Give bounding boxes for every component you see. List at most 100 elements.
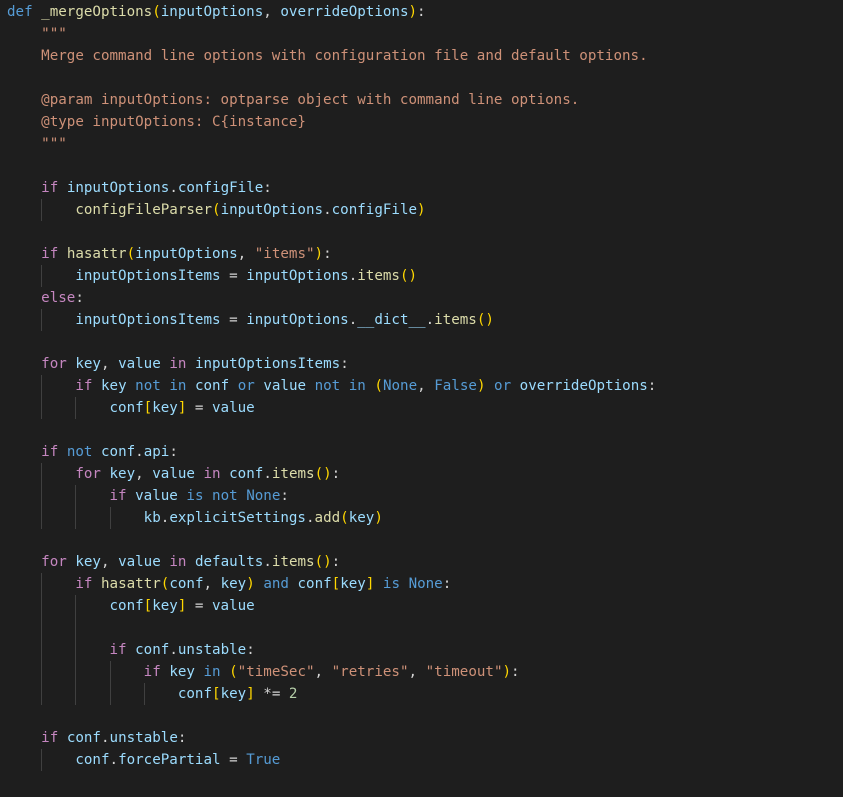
code-line[interactable]	[7, 705, 843, 727]
code-token: None	[382, 378, 418, 394]
code-line[interactable]: if key not in conf or value not in (None…	[7, 375, 843, 397]
code-line[interactable]: """	[7, 23, 843, 45]
code-line[interactable]: kb.explicitSettings.add(key)	[7, 507, 843, 529]
code-line[interactable]	[7, 529, 843, 551]
code-line[interactable]: conf[key] *= 2	[7, 683, 843, 705]
code-token: (	[152, 4, 161, 20]
code-token: None	[408, 576, 443, 592]
code-token: )	[408, 4, 418, 20]
code-line[interactable]: """	[7, 133, 843, 155]
code-token: configFileParser	[75, 202, 213, 218]
code-token: value	[118, 554, 161, 570]
indent-guide	[110, 507, 111, 529]
code-token: )	[502, 664, 512, 680]
code-token: value	[135, 488, 178, 504]
code-line[interactable]: conf.forcePartial = True	[7, 749, 843, 771]
code-token: in	[203, 466, 221, 482]
code-line[interactable]: if value is not None:	[7, 485, 843, 507]
code-token: inputOptions	[220, 202, 324, 218]
code-line[interactable]: if conf.unstable:	[7, 639, 843, 661]
code-line[interactable]	[7, 155, 843, 177]
code-token: items	[434, 312, 477, 328]
code-token: overrideOptions	[519, 378, 648, 394]
indent-guide	[41, 309, 42, 331]
code-token: [	[331, 576, 341, 592]
code-line[interactable]	[7, 67, 843, 89]
indent-guide	[75, 485, 76, 507]
code-line[interactable]: for key, value in defaults.items():	[7, 551, 843, 573]
code-token: :	[340, 356, 349, 372]
code-token: key	[109, 466, 136, 482]
indent-guide	[41, 661, 42, 683]
code-token: ,	[237, 246, 255, 262]
code-token: ()	[399, 268, 418, 284]
code-token: conf	[135, 642, 170, 658]
code-token: (	[126, 246, 136, 262]
code-token: kb	[143, 510, 161, 526]
indent-guide	[41, 595, 42, 617]
code-line[interactable]: for key, value in conf.items():	[7, 463, 843, 485]
code-line[interactable]: @type inputOptions: C{instance}	[7, 111, 843, 133]
code-token: or	[237, 378, 255, 394]
code-line[interactable]: @param inputOptions: optparse object wit…	[7, 89, 843, 111]
code-line[interactable]	[7, 617, 843, 639]
code-token: value	[212, 400, 255, 416]
code-token: "timeSec"	[237, 664, 315, 680]
code-line[interactable]: def _mergeOptions(inputOptions, override…	[7, 1, 843, 23]
code-token: .	[100, 730, 110, 746]
code-token: .	[425, 312, 435, 328]
code-token: .	[169, 180, 178, 196]
code-line[interactable]: if conf.unstable:	[7, 727, 843, 749]
code-line[interactable]	[7, 221, 843, 243]
code-token: =	[220, 312, 247, 328]
code-line[interactable]: else:	[7, 287, 843, 309]
code-token: "items"	[254, 246, 315, 262]
code-token: inputOptionsItems	[194, 356, 341, 372]
code-line[interactable]: if inputOptions.configFile:	[7, 177, 843, 199]
code-line[interactable]: if hasattr(conf, key) and conf[key] is N…	[7, 573, 843, 595]
code-token: in	[169, 356, 187, 372]
code-line[interactable]: conf[key] = value	[7, 595, 843, 617]
code-token: conf	[229, 466, 264, 482]
code-area[interactable]: def _mergeOptions(inputOptions, override…	[7, 1, 843, 793]
code-line[interactable]: Merge command line options with configur…	[7, 45, 843, 67]
code-line[interactable]	[7, 331, 843, 353]
code-token: ()	[314, 554, 332, 570]
code-line[interactable]: configFileParser(inputOptions.configFile…	[7, 199, 843, 221]
code-line[interactable]: if not conf.api:	[7, 441, 843, 463]
indent-guide	[110, 661, 111, 683]
code-line[interactable]: if hasattr(inputOptions, "items"):	[7, 243, 843, 265]
code-line[interactable]: inputOptionsItems = inputOptions.items()	[7, 265, 843, 287]
code-editor[interactable]: def _mergeOptions(inputOptions, override…	[0, 0, 843, 797]
code-line[interactable]: inputOptionsItems = inputOptions.__dict_…	[7, 309, 843, 331]
code-token: conf	[100, 444, 136, 460]
code-token: key	[75, 356, 101, 372]
code-line[interactable]: for key, value in inputOptionsItems:	[7, 353, 843, 375]
code-line[interactable]: if key in ("timeSec", "retries", "timeou…	[7, 661, 843, 683]
code-token: :	[331, 554, 341, 570]
code-token: :	[75, 290, 84, 306]
code-token: add	[314, 510, 341, 526]
code-line[interactable]	[7, 771, 843, 793]
code-line[interactable]	[7, 419, 843, 441]
code-token: (	[229, 664, 238, 680]
indent-guide	[41, 463, 42, 485]
indent-guide	[41, 617, 42, 639]
code-line[interactable]: conf[key] = value	[7, 397, 843, 419]
code-token: is	[382, 576, 401, 592]
code-token: ]	[246, 686, 255, 702]
